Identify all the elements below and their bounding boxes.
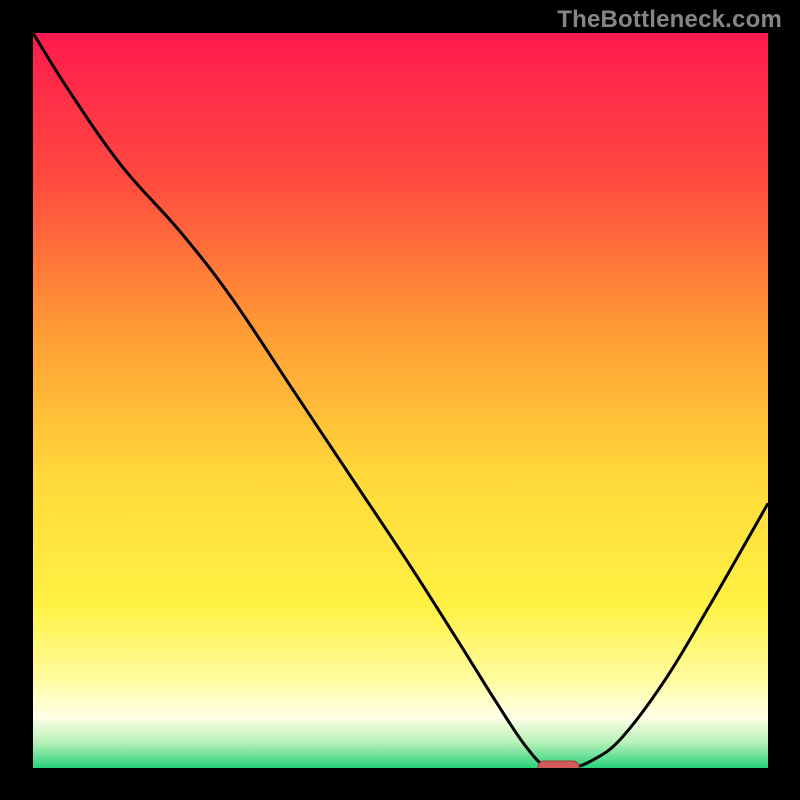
plot-background bbox=[33, 33, 768, 768]
chart-frame: TheBottleneck.com bbox=[0, 0, 800, 800]
watermark-text: TheBottleneck.com bbox=[557, 6, 782, 34]
bottleneck-chart bbox=[0, 0, 800, 800]
